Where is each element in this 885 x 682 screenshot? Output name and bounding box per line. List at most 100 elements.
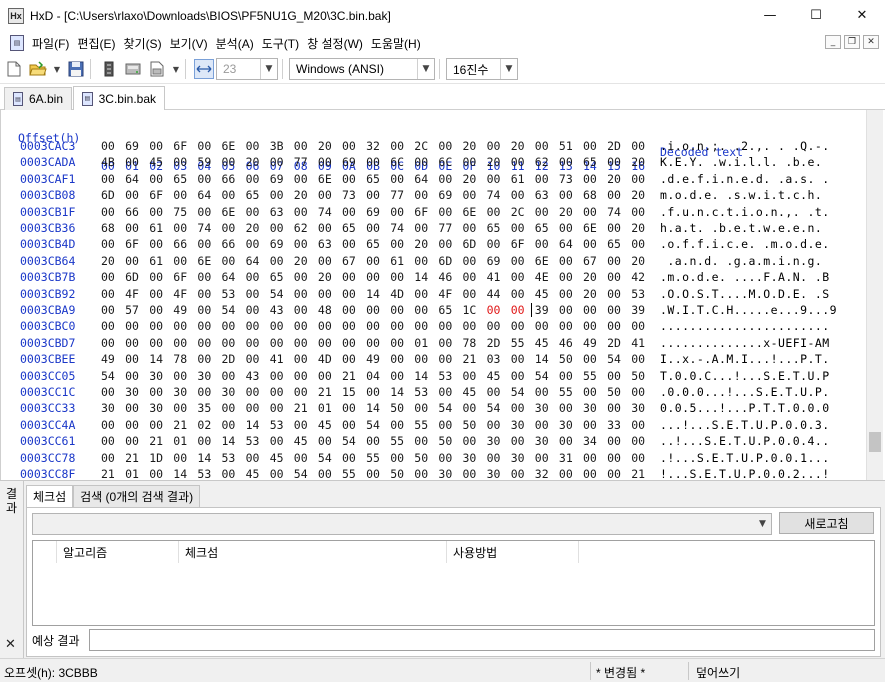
hex-byte[interactable]: 65	[270, 270, 284, 284]
hex-byte[interactable]: 00	[222, 319, 236, 333]
hex-row[interactable]: 0003CC8F 21 01 00 14 53 00 45 00 54 00 55 00 50 00 30 00…	[1, 467, 866, 480]
hex-byte[interactable]: 00	[246, 451, 260, 465]
hex-byte[interactable]: 6F	[511, 237, 525, 251]
hex-byte[interactable]: 49	[583, 336, 597, 350]
hex-byte[interactable]: 45	[535, 336, 549, 350]
hex-byte[interactable]: 00	[294, 451, 308, 465]
hex-byte[interactable]: 1D	[149, 451, 163, 465]
hex-byte[interactable]: 55	[414, 418, 428, 432]
hex-byte[interactable]: 01	[173, 434, 187, 448]
hex-byte[interactable]: 6F	[414, 205, 428, 219]
hex-byte[interactable]: 00	[463, 155, 477, 169]
disk-icon[interactable]	[123, 59, 143, 79]
hex-row[interactable]: 0003CC61 00 00 21 01 00 14 53 00 45 00 54 00 55 00 50 00…	[1, 434, 866, 450]
hex-byte[interactable]: 00	[270, 401, 284, 415]
new-file-icon[interactable]	[4, 59, 24, 79]
hex-byte[interactable]: 14	[197, 451, 211, 465]
hex-byte[interactable]: 66	[125, 205, 139, 219]
hex-byte[interactable]: 00	[149, 205, 163, 219]
hex-byte[interactable]: 6C	[390, 155, 404, 169]
hex-byte[interactable]: 00	[318, 319, 332, 333]
hex-byte[interactable]: 00	[270, 369, 284, 383]
hex-byte[interactable]: 20	[631, 155, 645, 169]
hex-byte[interactable]: 00	[173, 254, 187, 268]
hex-byte[interactable]: 00	[149, 237, 163, 251]
hex-byte[interactable]: 00	[294, 418, 308, 432]
hex-byte[interactable]: 64	[197, 188, 211, 202]
hex-byte[interactable]: 00	[487, 385, 501, 399]
hex-byte[interactable]: 00	[173, 188, 187, 202]
hex-byte[interactable]: 00	[222, 188, 236, 202]
hex-byte[interactable]: 54	[607, 352, 621, 366]
mdi-close-icon[interactable]: ✕	[863, 35, 879, 49]
hex-byte[interactable]: 00	[559, 287, 573, 301]
hex-byte[interactable]: 30	[173, 385, 187, 399]
tab-6a-bin[interactable]: ▤ 6A.bin	[4, 87, 72, 110]
hex-byte[interactable]: 53	[438, 369, 452, 383]
hex-byte[interactable]: 69	[366, 205, 380, 219]
hex-byte[interactable]: 2D	[607, 139, 621, 153]
decoded-text[interactable]: .o.f.f.i.c.e. .m.o.d.e.	[660, 237, 830, 251]
hex-byte[interactable]: 64	[246, 254, 260, 268]
hex-byte[interactable]: 00	[125, 336, 139, 350]
hex-byte[interactable]: 51	[559, 139, 573, 153]
hex-byte[interactable]: 69	[342, 155, 356, 169]
chevron-down-icon[interactable]: ▼	[500, 59, 517, 79]
hex-byte[interactable]: 62	[294, 221, 308, 235]
hex-byte[interactable]: 00	[342, 319, 356, 333]
hex-byte[interactable]: 00	[270, 155, 284, 169]
hex-byte[interactable]: 00	[294, 205, 308, 219]
hex-byte[interactable]: 00	[101, 303, 115, 317]
hex-byte[interactable]: 50	[390, 401, 404, 415]
hex-byte[interactable]: 00	[318, 155, 332, 169]
hex-byte[interactable]: 66	[173, 237, 187, 251]
hex-byte[interactable]: 66	[222, 237, 236, 251]
hex-byte[interactable]: 30	[101, 401, 115, 415]
hex-row[interactable]: 0003CC4A 00 00 00 21 02 00 14 53 00 45 00 54 00 55 00 50…	[1, 418, 866, 434]
hex-row[interactable]: 0003CAC3 00 69 00 6F 00 6E 00 3B 00 20 00 32 00 2C 00 20…	[1, 139, 866, 155]
hex-byte[interactable]: 00	[197, 237, 211, 251]
hex-byte[interactable]: 00	[125, 319, 139, 333]
hex-byte[interactable]: 54	[101, 369, 115, 383]
hex-byte[interactable]: 45	[535, 287, 549, 301]
hex-byte[interactable]: 55	[511, 336, 525, 350]
hex-byte[interactable]: 00	[366, 385, 380, 399]
hex-byte[interactable]: 49	[101, 352, 115, 366]
hex-byte[interactable]: 00	[197, 139, 211, 153]
hex-byte[interactable]: 00	[270, 319, 284, 333]
hex-byte[interactable]: 00	[511, 401, 525, 415]
hex-byte[interactable]: 00	[246, 401, 260, 415]
hex-byte[interactable]: 55	[390, 434, 404, 448]
hex-byte[interactable]: 53	[414, 385, 428, 399]
column-algorithm[interactable]: 알고리즘	[57, 541, 179, 563]
hex-byte[interactable]: 00	[511, 303, 525, 317]
hex-byte[interactable]: 00	[342, 270, 356, 284]
hex-byte[interactable]: 00	[246, 303, 260, 317]
hex-byte[interactable]: 00	[149, 467, 163, 480]
hex-byte[interactable]: 55	[342, 467, 356, 480]
hex-byte[interactable]: 00	[414, 287, 428, 301]
hex-byte[interactable]: 00	[294, 139, 308, 153]
hex-byte[interactable]: 00	[342, 352, 356, 366]
hex-byte[interactable]: 00	[631, 352, 645, 366]
hex-byte[interactable]: 65	[583, 155, 597, 169]
hex-byte[interactable]: 41	[270, 352, 284, 366]
hex-byte[interactable]: 00	[197, 205, 211, 219]
hex-byte[interactable]: 00	[197, 336, 211, 350]
hex-byte[interactable]: 14	[222, 434, 236, 448]
hex-byte[interactable]: 00	[607, 221, 621, 235]
hex-byte[interactable]: 54	[222, 303, 236, 317]
menu-edit[interactable]: 편집(E)	[73, 35, 119, 52]
hex-byte[interactable]: 46	[559, 336, 573, 350]
hex-byte[interactable]: 00	[438, 385, 452, 399]
hex-byte[interactable]: 6F	[173, 270, 187, 284]
hex-row[interactable]: 0003CB64 20 00 61 00 6E 00 64 00 20 00 67 00 61 00 6D 00…	[1, 254, 866, 270]
hex-byte[interactable]: 6E	[222, 205, 236, 219]
hex-byte[interactable]: 00	[414, 467, 428, 480]
hex-byte[interactable]: 00	[390, 172, 404, 186]
hex-byte[interactable]: 63	[270, 205, 284, 219]
hex-byte[interactable]: 14	[149, 352, 163, 366]
hex-byte[interactable]: 00	[463, 287, 477, 301]
menu-window[interactable]: 창 설정(W)	[303, 35, 367, 52]
hex-byte[interactable]: 20	[487, 155, 501, 169]
